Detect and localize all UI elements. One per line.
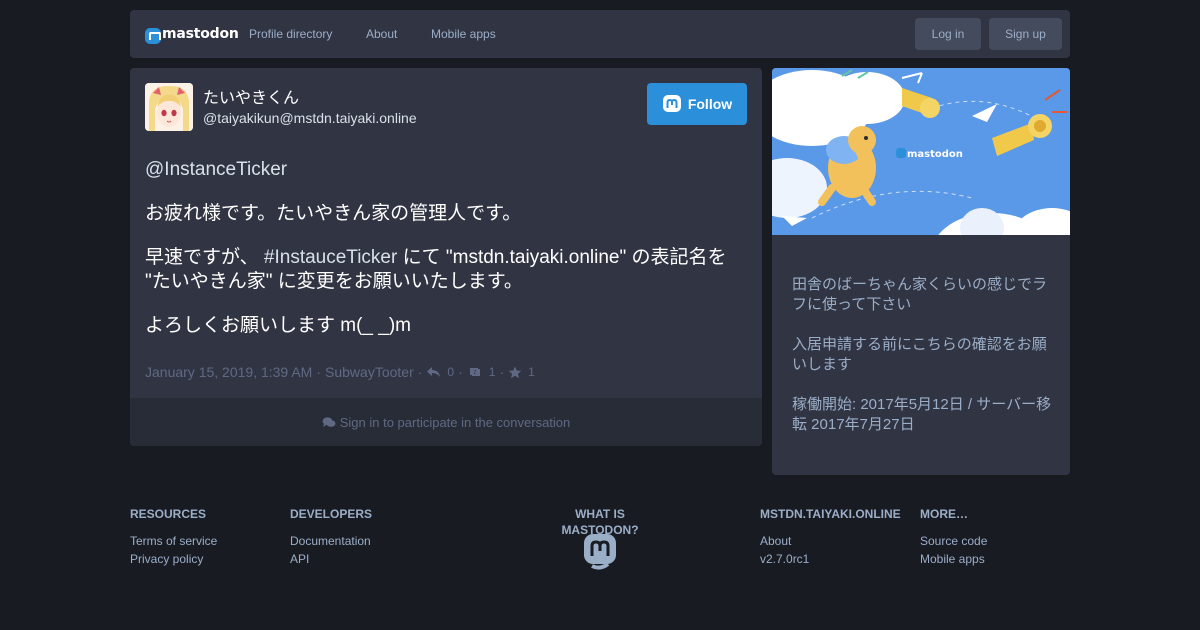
footer-column-more: MORE… Source code Mobile apps — [920, 506, 987, 568]
hashtag-link[interactable]: #InstauceTicker — [264, 247, 397, 268]
footer-heading: WHAT IS MASTODON? — [561, 507, 639, 537]
avatar-image — [145, 83, 193, 131]
status-paragraph: よろしくお願いします m(_ _)m — [145, 315, 412, 336]
description-paragraph: 稼働開始: 2017年5月12日 / サーバー移転 2017年7月27日 — [792, 396, 1052, 433]
mastodon-logo-icon — [662, 95, 681, 112]
mastodon-logo-icon[interactable] — [582, 532, 618, 575]
meta-separator: · — [417, 364, 423, 380]
status-text: 早速ですが、 — [145, 247, 264, 268]
display-name[interactable]: たいやきくん — [203, 84, 299, 108]
status-paragraph: お疲れ様です。たいやきん家の管理人です。 — [145, 203, 522, 224]
footer-link-version[interactable]: v2.7.0rc1 — [760, 550, 901, 568]
meta-separator: · — [458, 364, 463, 380]
footer-heading: MORE… — [920, 507, 968, 521]
comments-icon — [322, 416, 336, 427]
nav-link-about[interactable]: About — [366, 10, 397, 58]
description-paragraph: 田舎のばーちゃん家くらいの感じでラフに使って下さい — [792, 276, 1048, 313]
meta-separator: · — [499, 364, 505, 380]
nav-link-mobile-apps[interactable]: Mobile apps — [431, 10, 496, 58]
footer-link-source-code[interactable]: Source code — [920, 532, 987, 550]
hero-image: mastodon — [772, 68, 1070, 293]
footer-link-api[interactable]: API — [290, 550, 372, 568]
footer: RESOURCES Terms of service Privacy polic… — [130, 506, 1070, 616]
footer-heading: RESOURCES — [130, 507, 207, 521]
mention-link[interactable]: @InstanceTicker — [145, 159, 287, 180]
status-paragraph: 早速ですが、 #InstauceTicker にて "mstdn.taiyaki… — [145, 246, 745, 294]
hero-illustration: mastodon — [772, 68, 1070, 293]
status-app-link[interactable]: SubwayTooter — [325, 364, 414, 380]
favourite-count: 1 — [528, 365, 535, 379]
sign-in-prompt: Sign in to participate in the conversati… — [339, 414, 571, 430]
footer-heading: DEVELOPERS — [290, 507, 373, 521]
status-card: たいやきくん @taiyakikun@mstdn.taiyaki.online … — [130, 68, 762, 446]
avatar[interactable] — [145, 83, 193, 131]
boost-count: 1 — [488, 365, 496, 379]
login-button[interactable]: Log in — [915, 18, 981, 50]
sign-in-to-participate-link[interactable]: Sign in to participate in the conversati… — [130, 398, 762, 446]
hero-brand-text: mastodon — [907, 149, 963, 160]
status-meta: January 15, 2019, 1:39 AM · SubwayTooter… — [145, 364, 535, 380]
account-handle: @taiyakikun@mstdn.taiyaki.online — [203, 110, 417, 126]
footer-column-resources: RESOURCES Terms of service Privacy polic… — [130, 506, 217, 568]
star-icon[interactable] — [508, 366, 522, 379]
reply-icon[interactable] — [426, 366, 441, 378]
footer-column-instance: MSTDN.TAIYAKI.ONLINE About v2.7.0rc1 — [760, 506, 901, 568]
top-navigation-bar: mastodon Profile directory About Mobile … — [130, 10, 1070, 58]
mastodon-logo-icon — [145, 28, 161, 44]
brand-logo-link[interactable]: mastodon — [145, 10, 239, 58]
boost-icon[interactable] — [467, 366, 483, 378]
brand-wordmark: mastodon — [162, 26, 239, 42]
footer-link-about[interactable]: About — [760, 532, 901, 550]
instance-info-card: mastodon 田舎のばーちゃん家くらいの感じでラフに使って下さい 入居申請す… — [772, 68, 1070, 475]
signup-button[interactable]: Sign up — [989, 18, 1062, 50]
footer-heading: MSTDN.TAIYAKI.ONLINE — [760, 507, 901, 521]
status-date-link[interactable]: January 15, 2019, 1:39 AM — [145, 364, 312, 380]
footer-column-developers: DEVELOPERS Documentation API — [290, 506, 372, 568]
follow-button[interactable]: Follow — [647, 83, 747, 125]
footer-link-privacy[interactable]: Privacy policy — [130, 550, 217, 568]
footer-link-mobile-apps[interactable]: Mobile apps — [920, 550, 987, 568]
nav-link-profile-directory[interactable]: Profile directory — [249, 10, 332, 58]
instance-description: 田舎のばーちゃん家くらいの感じでラフに使って下さい 入居申請する前にこちらの確認… — [792, 275, 1052, 455]
footer-link-documentation[interactable]: Documentation — [290, 532, 372, 550]
follow-button-label: Follow — [687, 96, 733, 112]
status-content: @InstanceTicker お疲れ様です。たいやきん家の管理人です。 早速で… — [145, 158, 745, 358]
meta-separator: · — [316, 364, 322, 380]
footer-link-terms[interactable]: Terms of service — [130, 532, 217, 550]
footer-column-what-is-mastodon: WHAT IS MASTODON? — [540, 506, 660, 575]
description-paragraph: 入居申請する前にこちらの確認をお願いします — [792, 336, 1047, 373]
reply-count: 0 — [447, 365, 455, 379]
